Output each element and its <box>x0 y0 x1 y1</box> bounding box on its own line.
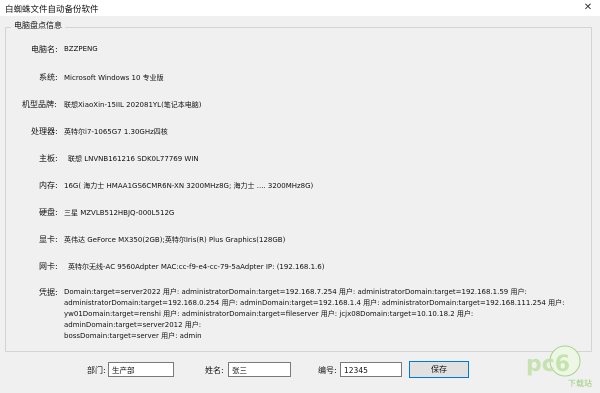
cpu-label: 处理器: <box>31 127 58 136</box>
credentials-label: 凭据: <box>39 288 58 297</box>
credentials-line: bossDomain:target=server 用户: admin <box>64 332 202 340</box>
os-label: 系统: <box>39 73 58 82</box>
gpu-label: 显卡: <box>39 235 58 244</box>
department-input[interactable]: 生产部 <box>108 362 174 377</box>
credentials-line: administratorDomain:target=192.168.0.254… <box>64 299 565 307</box>
save-button[interactable]: 保存 <box>409 361 469 378</box>
credentials-line: Domain:target=server2022 用户: administrat… <box>64 288 527 296</box>
model-label: 机型品牌: <box>22 100 57 109</box>
gpu-value: 英伟达 GeForce MX350(2GB);英特尔Iris(R) Plus G… <box>64 236 286 244</box>
motherboard-label: 主板: <box>39 154 58 163</box>
nic-label: 网卡: <box>39 262 58 271</box>
group-title: 电脑盘点信息 <box>11 20 65 31</box>
pc6-watermark-logo: pc6 下载站 <box>526 345 592 388</box>
nic-value: 英特尔无线-AC 9560Adpter MAC:cc-f9-e4-cc-79-5… <box>68 263 325 271</box>
credentials-text: Domain:target=server2022 用户: administrat… <box>64 287 584 342</box>
watermark-logo-text: pc6 <box>526 352 570 377</box>
id-label: 编号: <box>318 366 337 375</box>
name-input[interactable]: 张三 <box>228 362 291 377</box>
id-input[interactable]: 12345 <box>340 362 402 377</box>
close-icon[interactable]: ✕ <box>576 0 600 16</box>
os-value: Microsoft Windows 10 专业版 <box>64 74 164 82</box>
model-value: 联想XiaoXin-15IIL 202081YL(笔记本电脑) <box>64 101 202 109</box>
window-title: 白蜘蛛文件自动备份软件 <box>5 5 99 15</box>
memory-value: 16G( 海力士 HMAA1GS6CMR6N-XN 3200MHz8G; 海力士… <box>64 182 314 190</box>
computer-name-label: 电脑名: <box>31 45 58 54</box>
watermark-sub-text: 下载站 <box>568 378 592 388</box>
disk-value: 三星 MZVLB512HBJQ-000L512G <box>64 209 175 217</box>
title-bar: 白蜘蛛文件自动备份软件 ✕ <box>0 0 600 16</box>
memory-label: 内存: <box>39 181 58 190</box>
motherboard-value: 联想 LNVNB161216 SDK0L77769 WIN <box>68 155 199 163</box>
disk-label: 硬盘: <box>39 208 58 217</box>
department-label: 部门: <box>87 366 106 375</box>
name-label: 姓名: <box>205 366 224 375</box>
cpu-value: 英特尔i7-1065G7 1.30GHz四核 <box>64 128 168 136</box>
credentials-line: yw01Domain:target=renshi 用户: administrat… <box>64 310 474 329</box>
computer-name-value: BZZPENG <box>64 45 98 53</box>
